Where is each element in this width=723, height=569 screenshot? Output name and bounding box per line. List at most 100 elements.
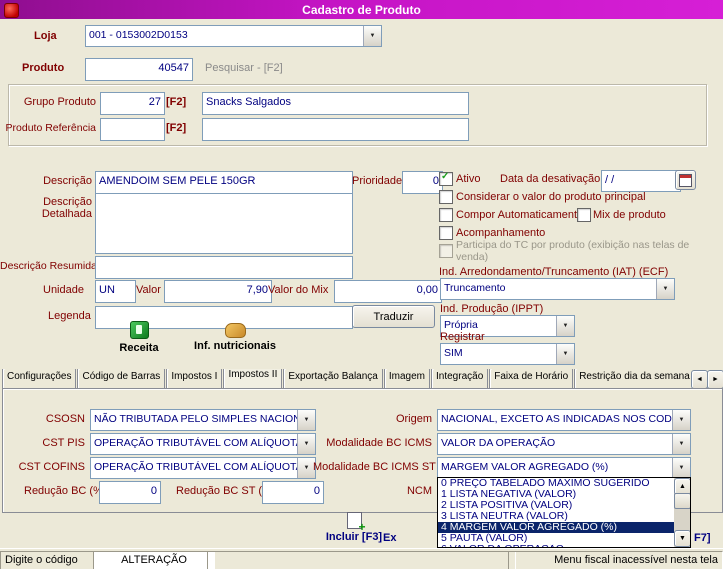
chevron-down-icon[interactable]: ▼ (656, 279, 674, 299)
modalidade-bc-icms-select[interactable]: VALOR DA OPERAÇÃO ▼ (437, 433, 691, 455)
title-bar[interactable]: Cadastro de Produto (0, 0, 723, 19)
prioridade-field[interactable]: 0 (402, 171, 443, 194)
origem-select[interactable]: NACIONAL, EXCETO AS INDICADAS NOS CODIGO… (437, 409, 691, 431)
iat-label: Ind. Arredondamento/Truncamento (IAT) (E… (439, 266, 669, 278)
registrar-select[interactable]: SIM ▼ (440, 343, 575, 365)
tab-restricao-dia-da-semana[interactable]: Restrição dia da semana (574, 369, 690, 388)
chevron-down-icon[interactable]: ▼ (672, 434, 690, 454)
valor-do-mix-label: Valor do Mix (268, 284, 329, 296)
status-hint: Digite o código (0, 551, 101, 569)
cst-pis-label: CST PIS (42, 437, 85, 449)
tab-exportacao-balanca[interactable]: Exportação Balança (283, 369, 383, 388)
descricao-label: Descrição (43, 175, 92, 187)
ativo-checkbox[interactable] (439, 171, 453, 186)
tab-scroll-right-button[interactable]: ► (707, 370, 723, 389)
dropdown-scrollbar[interactable]: ▲ ▼ (674, 478, 690, 547)
descricao-field[interactable]: AMENDOIM SEM PELE 150GR (95, 171, 353, 194)
reducao-bc-st-field[interactable]: 0 (262, 481, 324, 504)
calendar-icon (679, 173, 692, 187)
incluir-icon (346, 512, 366, 534)
pesquisar-hint: Pesquisar - [F2] (205, 62, 283, 74)
produto-codigo-field[interactable]: 40547 (85, 58, 193, 81)
loja-select[interactable]: 001 - 0153002D0153 ▼ (85, 25, 382, 47)
data-desativacao-field[interactable]: / / (601, 170, 681, 192)
considerar-checkbox[interactable] (439, 190, 453, 204)
status-fiscal-message: Menu fiscal inacessível nesta tela (508, 551, 723, 569)
receita-icon (129, 321, 149, 339)
grupo-produto-codigo-field[interactable]: 27 (100, 92, 165, 115)
incluir-button[interactable]: Incluir [F3] (318, 512, 390, 543)
acompanhamento-label: Acompanhamento (456, 227, 546, 239)
cst-cofins-select[interactable]: OPERAÇÃO TRIBUTÁVEL COM ALÍQUOTA BÁSICA … (90, 457, 316, 479)
produto-referencia-nome-field[interactable] (202, 118, 469, 141)
dropdown-option[interactable]: 3 LISTA NEUTRA (VALOR) (438, 511, 674, 522)
descricao-resumida-field[interactable] (95, 256, 353, 279)
descricao-resumida-label: Descrição Resumida (0, 260, 97, 272)
ippt-label: Ind. Produção (IPPT) (440, 303, 544, 315)
tab-integracao[interactable]: Integração (431, 369, 489, 388)
data-desativacao-label: Data da desativação (500, 173, 601, 185)
cst-pis-select[interactable]: OPERAÇÃO TRIBUTÁVEL COM ALÍQUOTA BÁSICA … (90, 433, 316, 455)
modalidade-bc-icms-st-label: Modalidade BC ICMS ST (313, 461, 436, 473)
status-mode: ALTERAÇÃO (93, 551, 215, 569)
compor-label: Compor Automaticamente (456, 209, 584, 221)
tab-impostos-2[interactable]: Impostos II (223, 369, 283, 388)
chevron-down-icon[interactable]: ▼ (556, 344, 574, 364)
cst-cofins-label: CST COFINS (18, 461, 85, 473)
chevron-down-icon[interactable]: ▼ (672, 410, 690, 430)
registrar-label: Registrar (440, 331, 485, 343)
tab-impostos-1[interactable]: Impostos I (166, 369, 223, 388)
produto-referencia-codigo-field[interactable] (100, 118, 165, 141)
dropdown-option[interactable]: 6 VALOR DA OPERAÇÃO (438, 544, 674, 547)
dropdown-option[interactable]: 0 PREÇO TABELADO MÁXIMO SUGERIDO (438, 478, 674, 489)
referencia-f2-label: [F2] (166, 122, 187, 134)
valor-label: Valor (136, 284, 161, 296)
unidade-label: Unidade (43, 284, 84, 296)
modalidade-bc-icms-st-select[interactable]: MARGEM VALOR AGREGADO (%) ▼ (437, 457, 691, 479)
mix-checkbox[interactable] (577, 208, 591, 222)
chevron-down-icon[interactable]: ▼ (363, 26, 381, 46)
grupo-f2-label: [F2] (166, 96, 187, 108)
dropdown-option[interactable]: 2 LISTA POSITIVA (VALOR) (438, 500, 674, 511)
arrow-right-icon: ► (712, 376, 719, 383)
participa-tc-checkbox (439, 244, 453, 258)
compor-checkbox[interactable] (439, 208, 453, 222)
chevron-down-icon[interactable]: ▼ (297, 434, 315, 454)
produto-label: Produto (22, 62, 65, 74)
acompanhamento-checkbox[interactable] (439, 226, 453, 240)
grupo-produto-nome-field[interactable]: Snacks Salgados (202, 92, 469, 115)
scrollbar-thumb[interactable] (674, 493, 690, 509)
chevron-down-icon[interactable]: ▼ (297, 410, 315, 430)
tab-faixa-de-horario[interactable]: Faixa de Horário (489, 369, 574, 388)
reducao-bc-field[interactable]: 0 (99, 481, 161, 504)
calendar-button[interactable] (675, 170, 696, 190)
receita-button[interactable]: Receita (106, 321, 172, 354)
loja-label: Loja (34, 30, 57, 42)
descricao-detalhada-field[interactable] (95, 193, 353, 254)
chevron-down-icon[interactable]: ▼ (556, 316, 574, 336)
csosn-label: CSOSN (45, 413, 85, 425)
tab-scroll-left-button[interactable]: ◄ (691, 370, 708, 389)
valor-field[interactable]: 7,90 (164, 280, 272, 303)
excluir-button-partial[interactable]: Ex (383, 532, 396, 544)
unidade-field[interactable]: UN (95, 280, 136, 303)
chevron-down-icon[interactable]: ▼ (672, 458, 690, 478)
ncm-label: NCM (406, 485, 432, 497)
iat-select[interactable]: Truncamento ▼ (440, 278, 675, 300)
dropdown-option[interactable]: 5 PAUTA (VALOR) (438, 533, 674, 544)
csosn-select[interactable]: NÃO TRIBUTADA PELO SIMPLES NACIONAL ▼ (90, 409, 316, 431)
dropdown-option[interactable]: 1 LISTA NEGATIVA (VALOR) (438, 489, 674, 500)
f7-button-partial[interactable]: F7] (694, 532, 711, 544)
tab-codigo-de-barras[interactable]: Código de Barras (77, 369, 166, 388)
tab-configuracoes[interactable]: Configurações (2, 369, 77, 388)
arrow-left-icon: ◄ (696, 376, 703, 383)
status-bar: Digite o código ALTERAÇÃO Menu fiscal in… (0, 548, 723, 569)
scroll-down-icon[interactable]: ▼ (674, 530, 690, 547)
legenda-label: Legenda (48, 310, 91, 322)
grupo-produto-label: Grupo Produto (23, 96, 96, 108)
valor-do-mix-field[interactable]: 0,00 (334, 280, 442, 303)
traduzir-button[interactable]: Traduzir (352, 305, 435, 328)
tab-imagem[interactable]: Imagem (383, 369, 430, 388)
inf-nutricionais-button[interactable]: Inf. nutricionais (185, 321, 285, 352)
dropdown-option[interactable]: 4 MARGEM VALOR AGREGADO (%) (438, 522, 674, 533)
